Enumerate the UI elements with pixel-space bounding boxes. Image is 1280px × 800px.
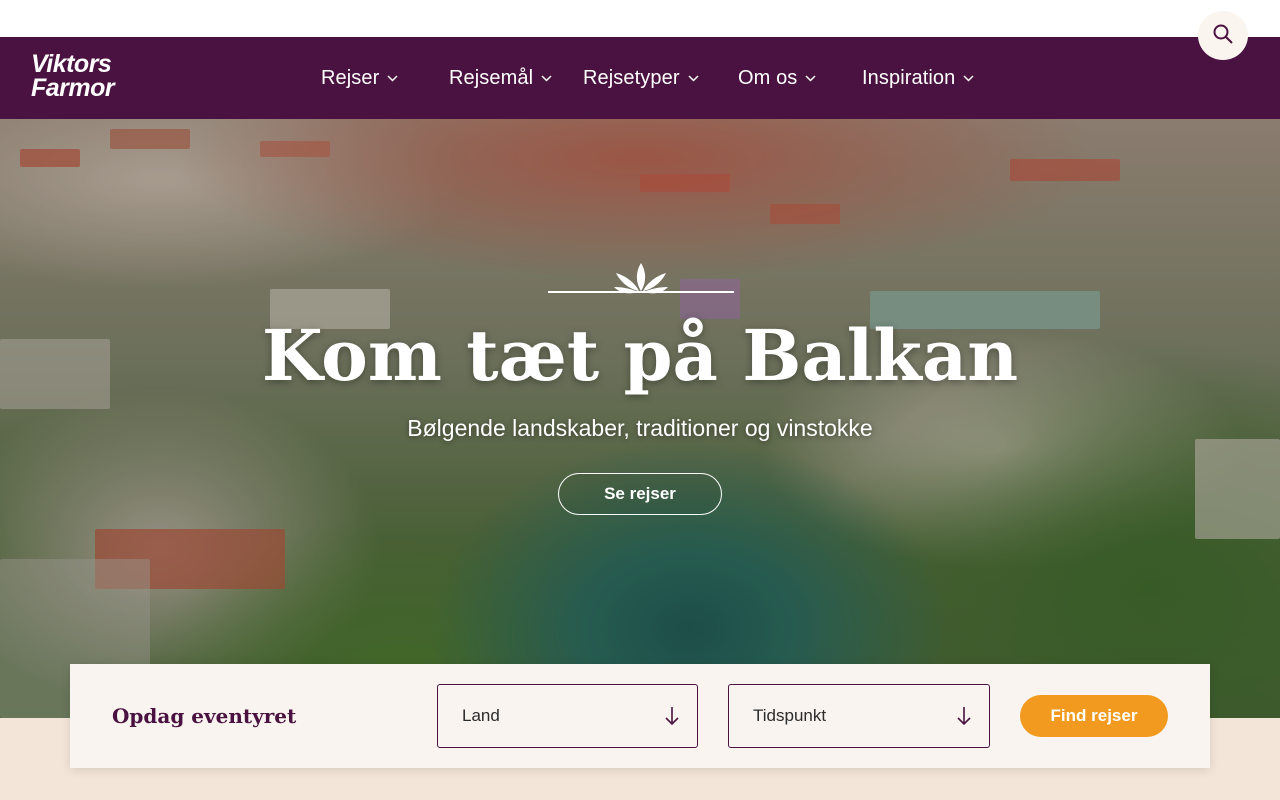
see-trips-button[interactable]: Se rejser <box>558 473 722 515</box>
top-strip <box>0 0 1280 37</box>
trip-search-panel: Opdag eventyret Land Tidspunkt Find rejs… <box>70 664 1210 768</box>
nav-item-rejsetyper[interactable]: Rejsetyper <box>583 37 699 119</box>
arrow-down-icon <box>957 707 971 726</box>
nav-item-label: Om os <box>738 66 798 89</box>
arrow-down-icon <box>665 707 679 726</box>
nav-item-om-os[interactable]: Om os <box>738 37 816 119</box>
logo[interactable]: Viktors Farmor <box>31 50 115 102</box>
search-icon <box>1213 24 1233 44</box>
chevron-down-icon <box>541 74 552 82</box>
hero-section: Kom tæt på Balkan Bølgende landskaber, t… <box>0 119 1280 718</box>
chevron-down-icon <box>963 74 974 82</box>
logo-line-1: Viktors <box>31 50 112 78</box>
nav-item-label: Inspiration <box>862 66 956 89</box>
main-navigation: Viktors Farmor Rejser Rejsemål Rejsetype… <box>0 37 1280 119</box>
time-select-value: Tidspunkt <box>753 706 827 725</box>
hero-subtitle: Bølgende landskaber, traditioner og vins… <box>407 415 873 441</box>
search-button[interactable] <box>1198 11 1248 60</box>
nav-item-label: Rejsemål <box>449 66 534 89</box>
nav-item-label: Rejser <box>321 66 380 89</box>
country-select[interactable]: Land <box>437 684 698 748</box>
find-trips-button[interactable]: Find rejser <box>1020 695 1168 737</box>
nav-item-rejsemaal[interactable]: Rejsemål <box>449 37 552 119</box>
chevron-down-icon <box>387 74 398 82</box>
country-select-value: Land <box>462 706 500 725</box>
search-panel-title: Opdag eventyret <box>112 704 297 728</box>
leaf-emblem-icon <box>548 263 734 294</box>
hero-title: Kom tæt på Balkan <box>261 314 1019 397</box>
time-select[interactable]: Tidspunkt <box>728 684 990 748</box>
nav-item-label: Rejsetyper <box>583 66 680 89</box>
logo-line-2: Farmor <box>31 74 115 102</box>
chevron-down-icon <box>688 74 699 82</box>
nav-item-inspiration[interactable]: Inspiration <box>862 37 974 119</box>
nav-item-rejser[interactable]: Rejser <box>321 37 398 119</box>
chevron-down-icon <box>805 74 816 82</box>
